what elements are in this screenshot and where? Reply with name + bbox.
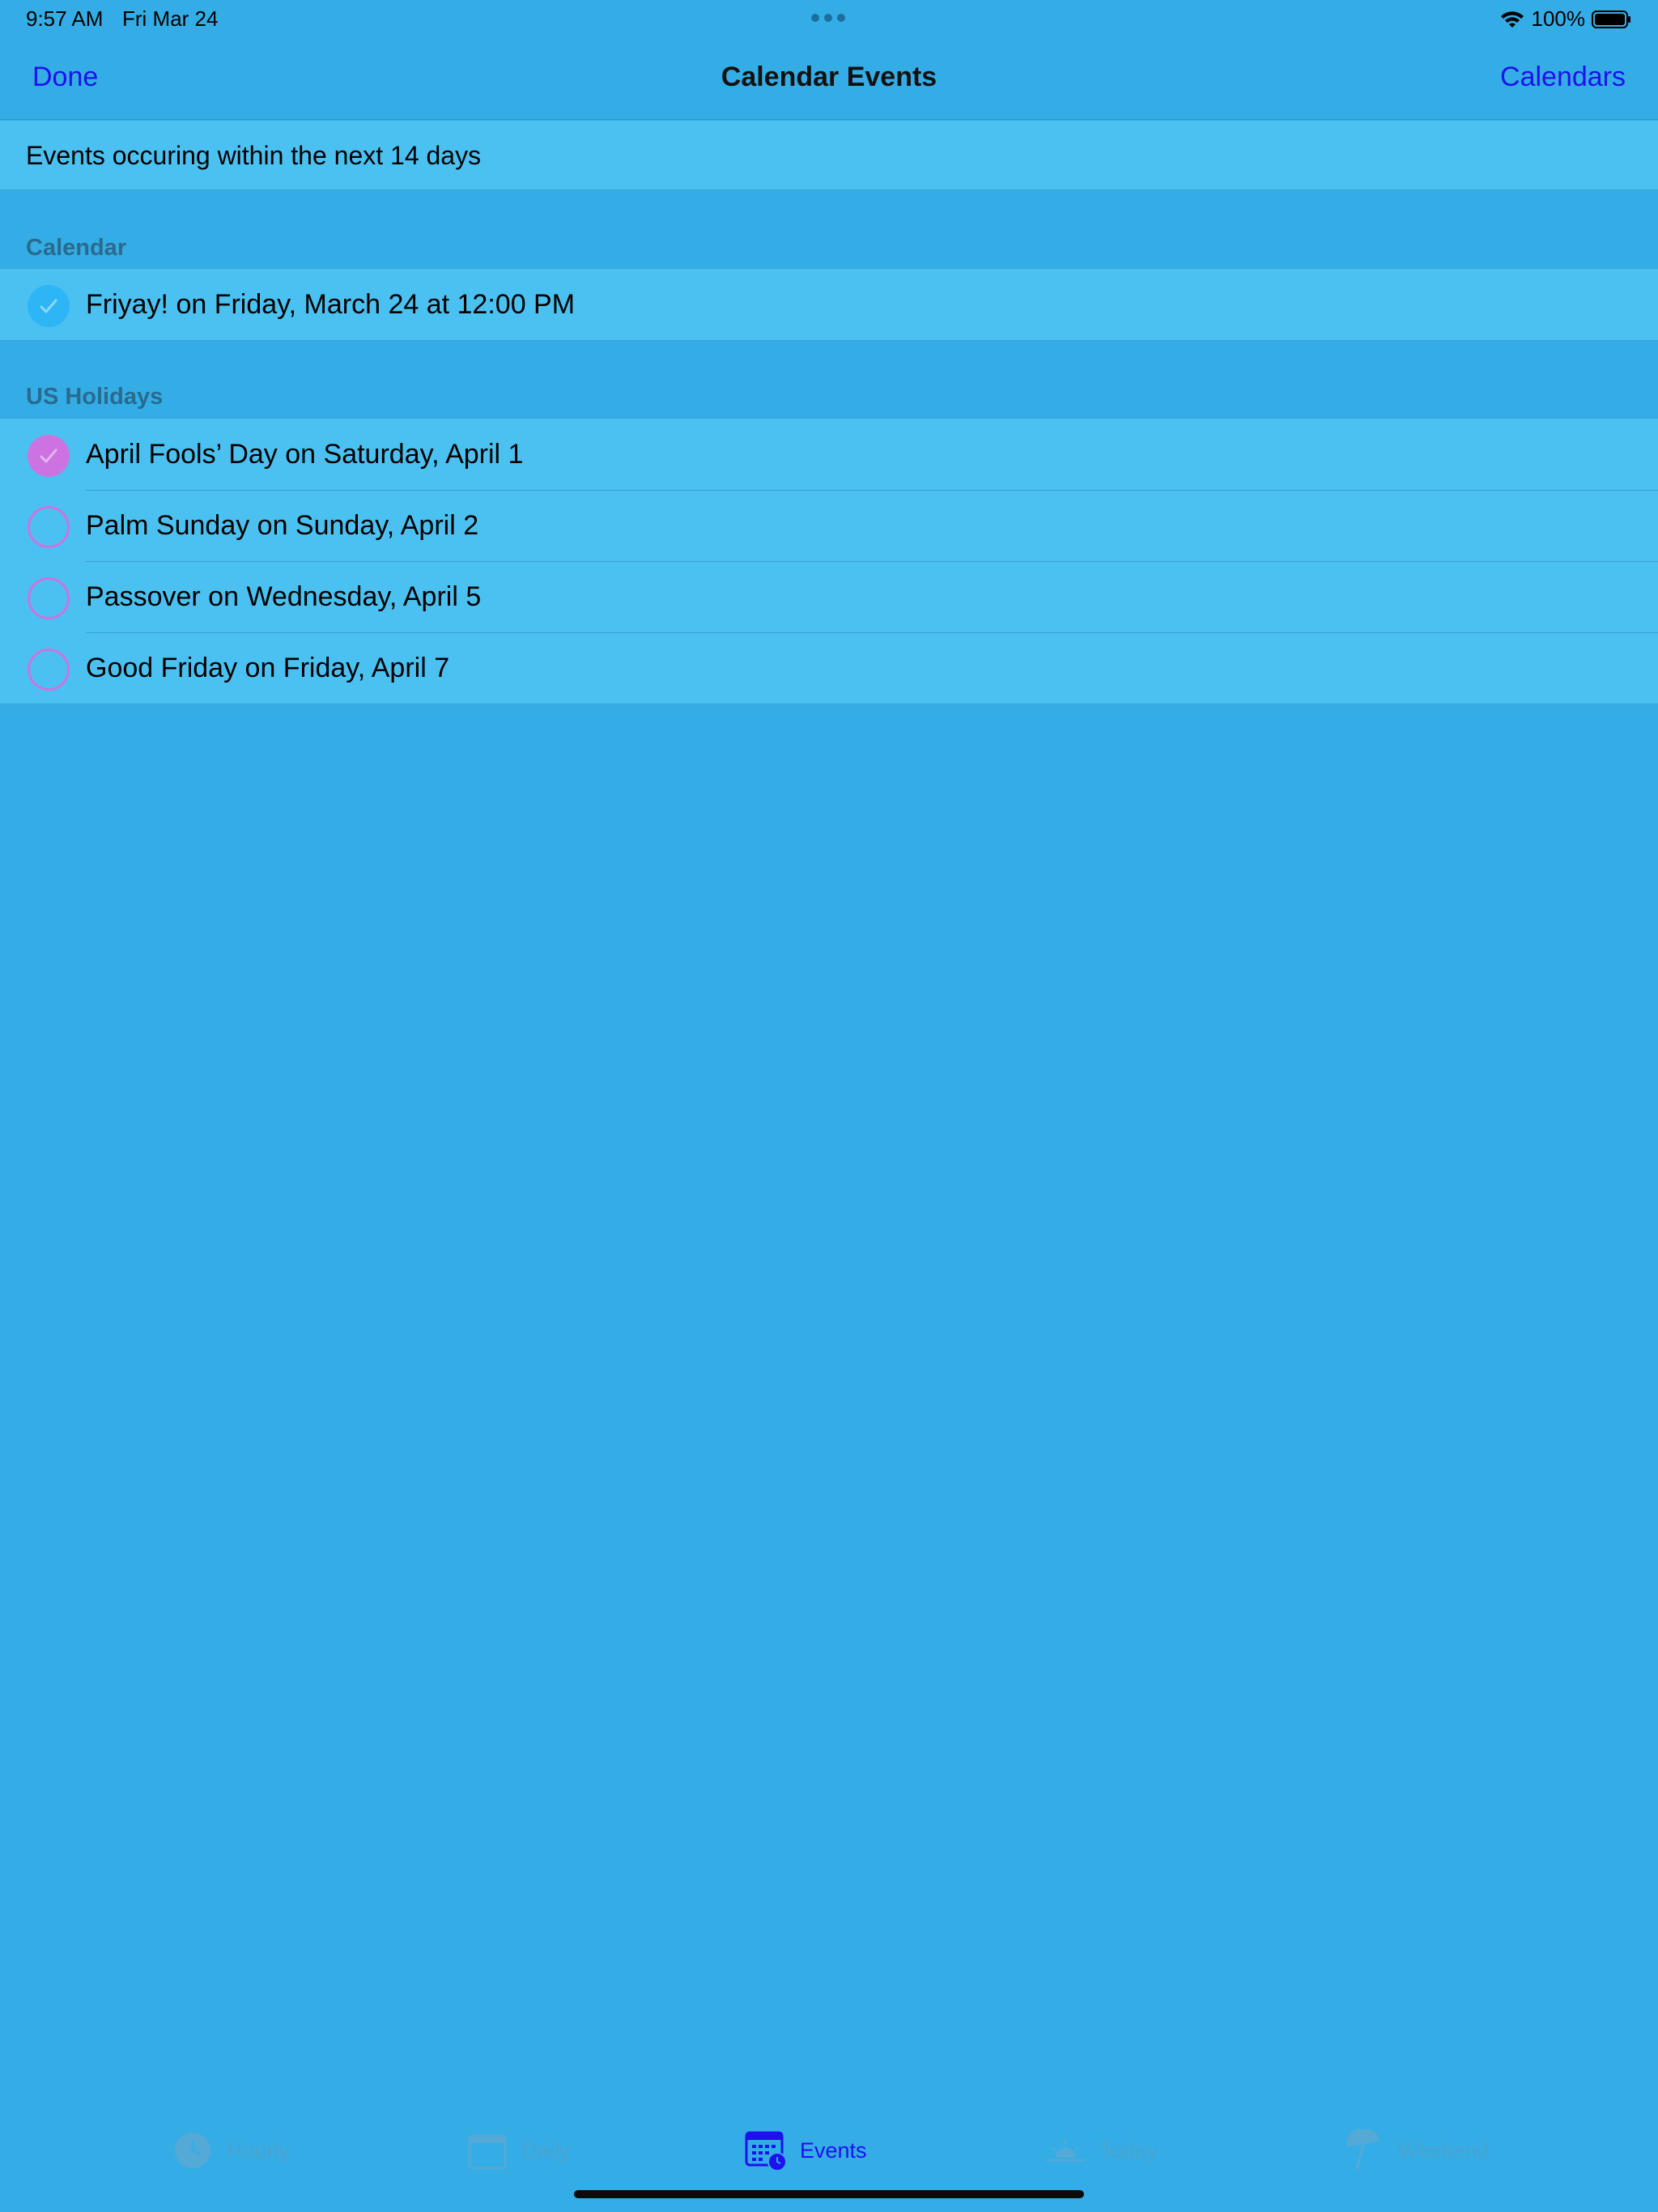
beach-umbrella-icon <box>1346 2129 1380 2171</box>
empty-circle-icon[interactable] <box>28 506 70 548</box>
event-label: Passover on Wednesday, April 5 <box>86 581 482 612</box>
event-label: Friyay! on Friday, March 24 at 12:00 PM <box>86 288 576 320</box>
tab-label: Events <box>800 2138 867 2163</box>
info-row: Events occuring within the next 14 days <box>0 121 1658 190</box>
wifi-icon <box>1500 11 1524 28</box>
multitasking-dots-icon[interactable] <box>811 14 845 22</box>
tab-daily[interactable]: Daily <box>466 2129 570 2172</box>
event-row[interactable]: April Fools’ Day on Saturday, April 1 <box>0 419 1658 490</box>
status-right: 100% <box>1499 6 1633 32</box>
event-row[interactable]: Passover on Wednesday, April 5 <box>0 561 1658 632</box>
status-date: Fri Mar 24 <box>122 6 219 31</box>
calendar-clock-icon <box>745 2131 787 2172</box>
event-row[interactable]: Palm Sunday on Sunday, April 2 <box>0 490 1658 561</box>
tab-bar: Hourly Daily Events Today Weekend <box>0 2113 1658 2194</box>
tab-hourly[interactable]: Hourly <box>172 2129 290 2172</box>
tab-label: Today <box>1099 2138 1158 2163</box>
empty-circle-icon[interactable] <box>28 649 70 691</box>
clock-icon <box>175 2133 210 2168</box>
tab-weekend[interactable]: Weekend <box>1342 2129 1490 2172</box>
battery-percent: 100% <box>1531 6 1586 31</box>
event-row[interactable]: Good Friday on Friday, April 7 <box>0 632 1658 704</box>
calendars-button[interactable]: Calendars <box>1500 62 1626 93</box>
event-row[interactable]: Friyay! on Friday, March 24 at 12:00 PM <box>0 269 1658 340</box>
section-header-calendar: Calendar <box>26 235 127 261</box>
event-label: April Fools’ Day on Saturday, April 1 <box>86 438 524 470</box>
event-label: Good Friday on Friday, April 7 <box>86 652 450 683</box>
status-bar: 9:57 AM Fri Mar 24 100% <box>0 0 1658 37</box>
calendar-icon <box>468 2134 507 2170</box>
sunrise-icon <box>1045 2139 1086 2162</box>
checkmark-icon[interactable] <box>28 435 70 477</box>
battery-icon <box>1592 10 1630 28</box>
tab-events[interactable]: Events <box>745 2129 867 2172</box>
tab-label: Hourly <box>227 2138 291 2163</box>
checkmark-icon[interactable] <box>28 285 70 327</box>
tab-label: Weekend <box>1397 2138 1490 2163</box>
page-title: Calendar Events <box>721 62 937 92</box>
section-header-us-holidays: US Holidays <box>26 384 164 410</box>
empty-circle-icon[interactable] <box>28 577 70 619</box>
tab-label: Daily <box>521 2138 571 2163</box>
home-indicator[interactable] <box>574 2190 1084 2198</box>
tab-today[interactable]: Today <box>1044 2129 1158 2172</box>
us-holidays-event-list: April Fools’ Day on Saturday, April 1 Pa… <box>0 418 1658 704</box>
status-time: 9:57 AM <box>26 6 104 31</box>
navigation-bar: Done Calendar Events Calendars <box>0 37 1658 120</box>
calendar-event-list: Friyay! on Friday, March 24 at 12:00 PM <box>0 268 1658 341</box>
event-label: Palm Sunday on Sunday, April 2 <box>86 509 479 541</box>
